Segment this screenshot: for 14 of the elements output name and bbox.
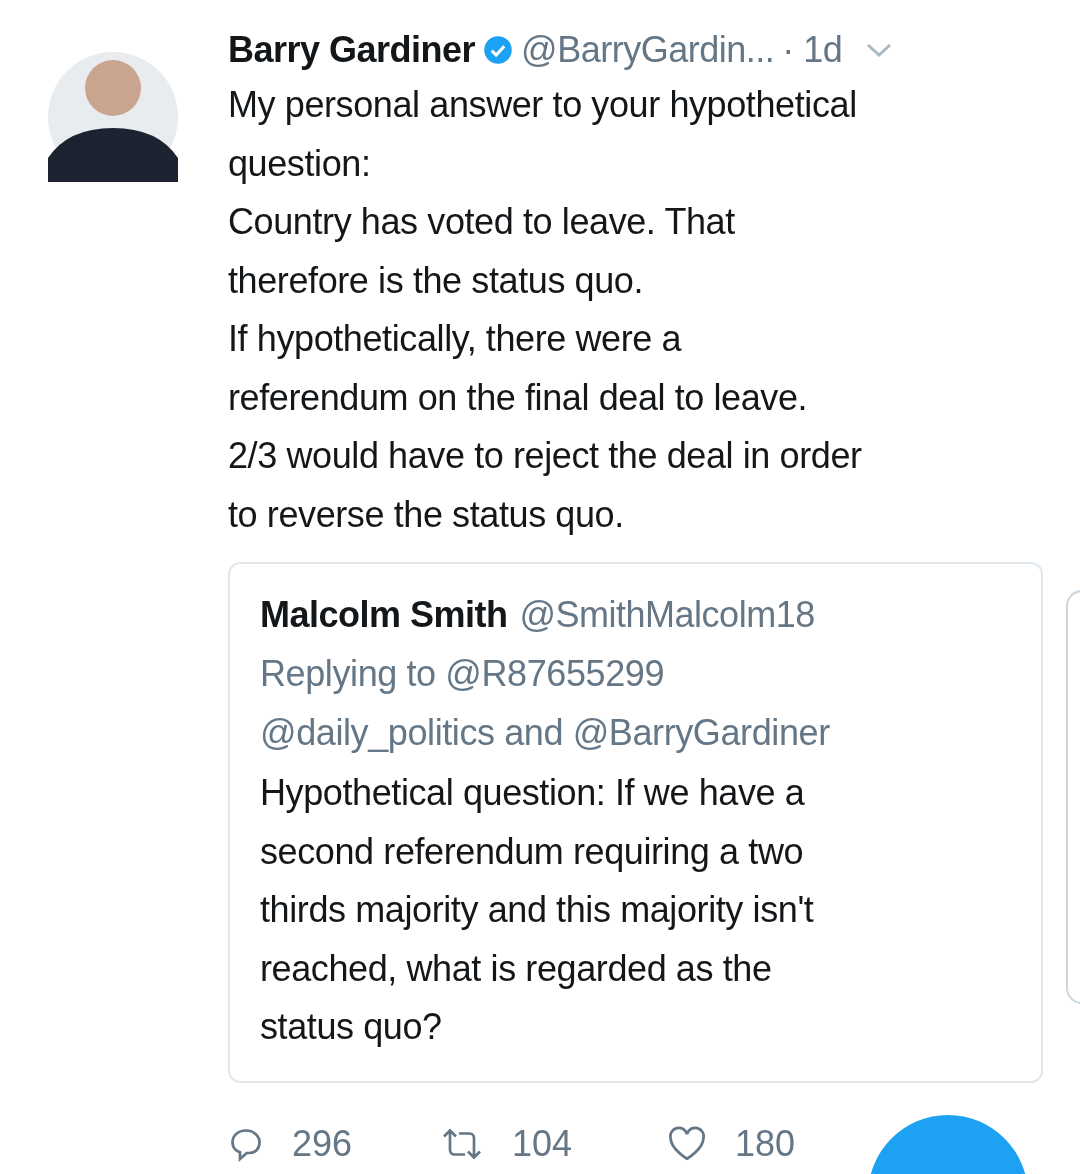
quoted-tweet-text: Hypothetical question: If we have a second referendum requiring a two thirds majority and this majority isn't reached, what is regarded as the status quo? [260, 771, 815, 1049]
tweet-time: · 1d [782, 29, 843, 71]
heart-icon [667, 1125, 707, 1162]
quoted-author-handle: @SmithMalcolm18 [519, 593, 815, 637]
replying-to-text: Replying to @R87655299 @daily_politics and @BarryGardiner [260, 652, 831, 755]
retweet-button[interactable]: 104 [440, 1122, 667, 1165]
like-button[interactable]: 180 [667, 1122, 857, 1165]
quoted-tweet[interactable] [228, 562, 1043, 1083]
chevron-down-icon[interactable] [866, 42, 893, 58]
tweet-text: My personal answer to your hypothetical question: Country has voted to leave. That therefore is the status quo. If hypothetically, there were a referendum on the final deal to leave. 2/3 would have to reject the deal in order to reverse the status quo. [228, 83, 863, 537]
reply-button[interactable]: 296 [228, 1122, 440, 1165]
author-name: Barry Gardiner [228, 29, 476, 71]
quoted-author-name: Malcolm Smith [260, 593, 508, 637]
author-handle: @BarryGardin... [521, 29, 775, 71]
